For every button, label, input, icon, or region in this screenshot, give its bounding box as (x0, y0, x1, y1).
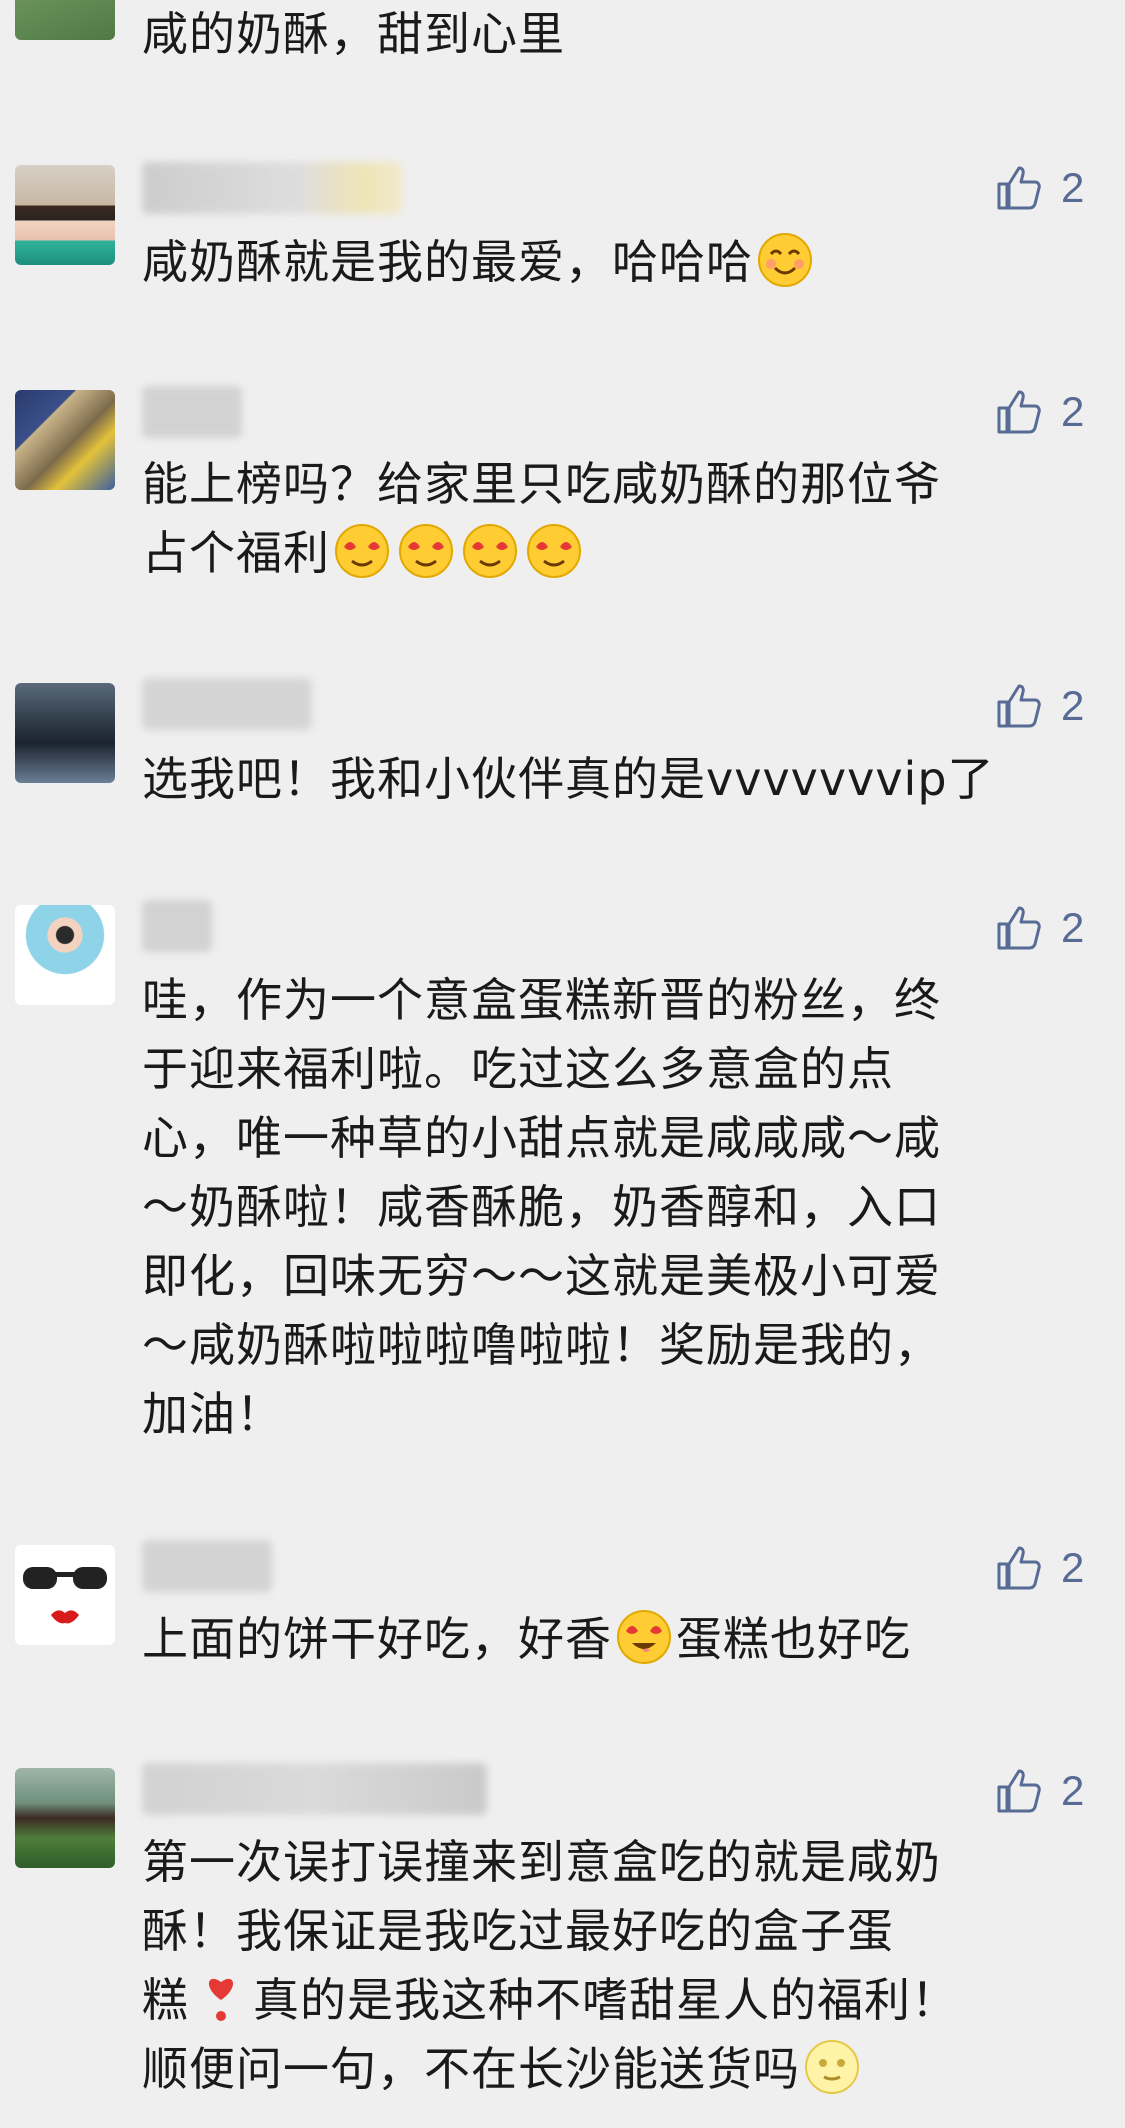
like-count: 2 (1061, 904, 1085, 951)
heart-eyes-emoji (399, 524, 453, 578)
avatar[interactable] (15, 683, 115, 783)
like-button[interactable]: 2 (995, 160, 1125, 216)
like-count: 2 (1061, 1544, 1085, 1591)
avatar[interactable] (15, 1768, 115, 1868)
comment-text: 选我吧！我和小伙伴真的是vvvvvvvip了 (142, 752, 995, 806)
full-moon-face-emoji (805, 2040, 859, 2094)
username[interactable] (142, 900, 212, 952)
like-count: 2 (1061, 164, 1085, 211)
like-count: 2 (1061, 388, 1085, 435)
sunglasses-lips-icon (23, 1567, 107, 1624)
like-button[interactable]: 2 (995, 384, 1125, 440)
smiling-face-emoji (758, 233, 812, 287)
username[interactable] (142, 1763, 487, 1815)
comment-text: 上面的饼干好吃，好香 蛋糕也好吃 (142, 1605, 1072, 1674)
like-button[interactable]: 2 (995, 1540, 1125, 1596)
heart-eyes-emoji (335, 524, 389, 578)
heart-eyes-emoji (527, 524, 581, 578)
comment-text: 能上榜吗？给家里只吃咸奶酥的那位爷 占个福利 (142, 457, 941, 580)
username[interactable] (142, 162, 402, 214)
like-button[interactable]: 2 (995, 900, 1125, 956)
drooling-heart-eyes-emoji (617, 1610, 671, 1664)
comment-text: 哇，作为一个意盒蛋糕新晋的粉丝，终 于迎来福利啦。吃过这么多意盒的点 心，唯一种… (142, 973, 941, 1441)
red-heart-exclamation-emoji (208, 1978, 234, 2021)
avatar[interactable] (15, 905, 115, 1005)
like-button[interactable]: 2 (995, 1763, 1125, 1819)
heart-eyes-emoji (463, 524, 517, 578)
thumbs-up-icon (997, 166, 1041, 210)
comment-text: 咸奶酥就是我的最爱，哈哈哈 (142, 228, 1072, 297)
like-count: 2 (1061, 1767, 1085, 1814)
thumbs-up-icon (997, 906, 1041, 950)
username[interactable] (142, 1540, 272, 1592)
avatar[interactable] (15, 0, 115, 40)
username[interactable] (142, 386, 242, 438)
thumbs-up-icon (997, 684, 1041, 728)
like-count: 2 (1061, 682, 1085, 729)
like-button[interactable]: 2 (995, 678, 1125, 734)
thumbs-up-icon (997, 1769, 1041, 1813)
comment-text: 咸的奶酥，甜到心里 (142, 7, 565, 61)
avatar[interactable] (15, 390, 115, 490)
thumbs-up-icon (997, 1546, 1041, 1590)
username[interactable] (142, 678, 312, 730)
comment-text: 第一次误打误撞来到意盒吃的就是咸奶 酥！我保证是我吃过最好吃的盒子蛋 糕真的是我… (142, 1835, 958, 2096)
avatar[interactable] (15, 1545, 115, 1645)
thumbs-up-icon (997, 390, 1041, 434)
avatar[interactable] (15, 165, 115, 265)
